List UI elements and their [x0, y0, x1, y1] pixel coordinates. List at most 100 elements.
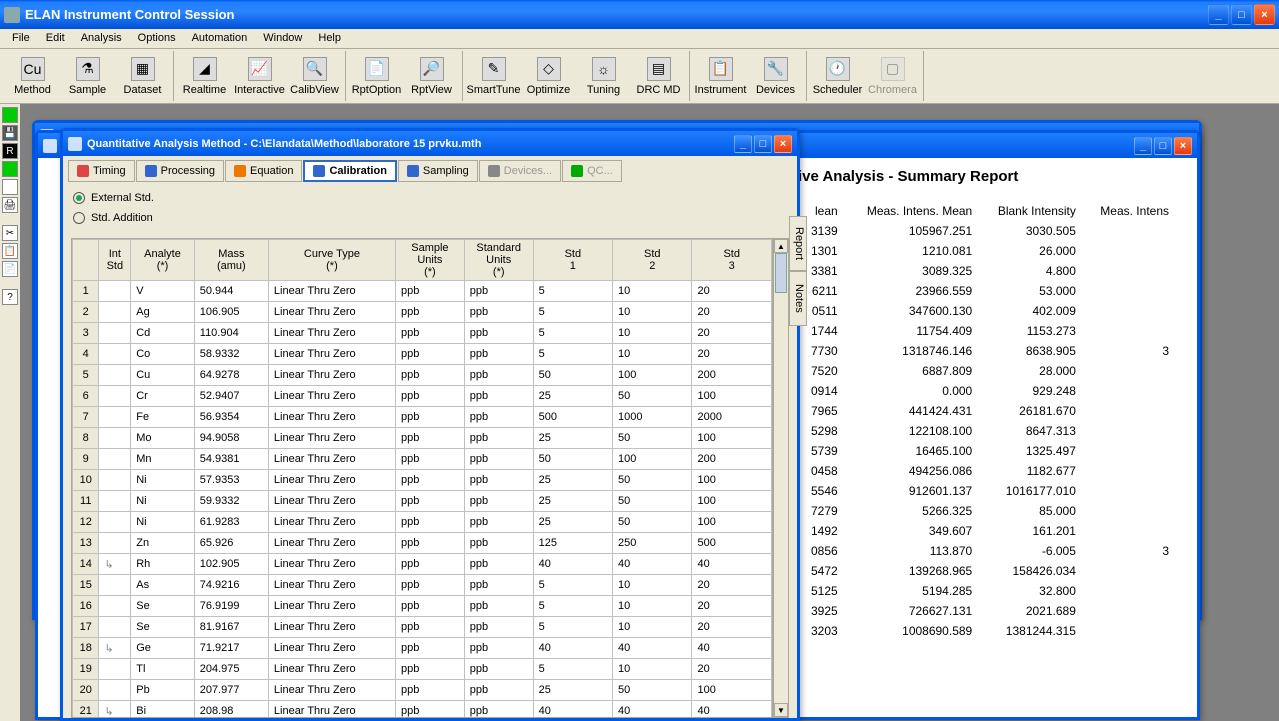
table-row[interactable]: 18↳Ge71.9217Linear Thru Zeroppbppb404040 — [73, 638, 772, 659]
std3-cell[interactable]: 2000 — [692, 407, 772, 428]
column-header[interactable]: Sample Units(*) — [395, 240, 464, 281]
toolbar-optimize[interactable]: ◇Optimize — [521, 51, 576, 101]
sample-units-cell[interactable]: ppb — [395, 386, 464, 407]
row-number[interactable]: 2 — [73, 302, 99, 323]
table-row[interactable]: 14↳Rh102.905Linear Thru Zeroppbppb404040 — [73, 554, 772, 575]
std1-cell[interactable]: 40 — [533, 701, 612, 719]
mass-cell[interactable]: 208.98 — [194, 701, 268, 719]
mass-cell[interactable]: 110.904 — [194, 323, 268, 344]
column-header[interactable]: Analyte(*) — [131, 240, 195, 281]
row-number[interactable]: 8 — [73, 428, 99, 449]
sample-units-cell[interactable]: ppb — [395, 659, 464, 680]
curve-cell[interactable]: Linear Thru Zero — [268, 449, 395, 470]
main-close-button[interactable]: × — [1254, 4, 1275, 25]
standard-units-cell[interactable]: ppb — [464, 554, 533, 575]
std1-cell[interactable]: 5 — [533, 344, 612, 365]
analyte-cell[interactable]: Fe — [131, 407, 195, 428]
toolbar-drc md[interactable]: ▤DRC MD — [631, 51, 686, 101]
std1-cell[interactable]: 125 — [533, 533, 612, 554]
curve-cell[interactable]: Linear Thru Zero — [268, 701, 395, 719]
analyte-cell[interactable]: Bi — [131, 701, 195, 719]
curve-cell[interactable]: Linear Thru Zero — [268, 323, 395, 344]
curve-cell[interactable]: Linear Thru Zero — [268, 491, 395, 512]
int-std-cell[interactable] — [99, 323, 131, 344]
mass-cell[interactable]: 58.9332 — [194, 344, 268, 365]
analyte-cell[interactable]: Ag — [131, 302, 195, 323]
analyte-cell[interactable]: V — [131, 281, 195, 302]
std-addition-radio[interactable] — [73, 212, 85, 224]
std1-cell[interactable]: 40 — [533, 638, 612, 659]
table-row[interactable]: 10Ni57.9353Linear Thru Zeroppbppb2550100 — [73, 470, 772, 491]
std2-cell[interactable]: 50 — [613, 680, 692, 701]
sample-units-cell[interactable]: ppb — [395, 617, 464, 638]
std3-cell[interactable]: 100 — [692, 512, 772, 533]
sample-units-cell[interactable]: ppb — [395, 554, 464, 575]
int-std-cell[interactable] — [99, 344, 131, 365]
curve-cell[interactable]: Linear Thru Zero — [268, 365, 395, 386]
row-number[interactable]: 11 — [73, 491, 99, 512]
toolbar-calibview[interactable]: 🔍CalibView — [287, 51, 342, 101]
std3-cell[interactable]: 20 — [692, 302, 772, 323]
main-minimize-button[interactable]: _ — [1208, 4, 1229, 25]
std1-cell[interactable]: 25 — [533, 491, 612, 512]
toolbar-rptview[interactable]: 🔎RptView — [404, 51, 459, 101]
column-header[interactable]: Std2 — [613, 240, 692, 281]
std1-cell[interactable]: 25 — [533, 386, 612, 407]
std2-cell[interactable]: 40 — [613, 701, 692, 719]
mass-cell[interactable]: 204.975 — [194, 659, 268, 680]
side-tab-notes[interactable]: Notes — [789, 271, 807, 326]
std3-cell[interactable]: 100 — [692, 386, 772, 407]
std2-cell[interactable]: 100 — [613, 449, 692, 470]
row-number[interactable]: 15 — [73, 575, 99, 596]
mass-cell[interactable]: 81.9167 — [194, 617, 268, 638]
int-std-cell[interactable]: ↳ — [99, 701, 131, 719]
side-icon-1[interactable] — [2, 107, 18, 123]
row-number[interactable]: 18 — [73, 638, 99, 659]
standard-units-cell[interactable]: ppb — [464, 512, 533, 533]
toolbar-realtime[interactable]: ◢Realtime — [177, 51, 232, 101]
sample-units-cell[interactable]: ppb — [395, 365, 464, 386]
paste-icon[interactable]: 📄 — [2, 261, 18, 277]
standard-units-cell[interactable]: ppb — [464, 491, 533, 512]
std1-cell[interactable]: 5 — [533, 596, 612, 617]
table-row[interactable]: 16Se76.9199Linear Thru Zeroppbppb51020 — [73, 596, 772, 617]
std3-cell[interactable]: 200 — [692, 449, 772, 470]
mass-cell[interactable]: 57.9353 — [194, 470, 268, 491]
copy-icon[interactable]: 📋 — [2, 243, 18, 259]
table-row[interactable]: 3Cd110.904Linear Thru Zeroppbppb51020 — [73, 323, 772, 344]
std2-cell[interactable]: 50 — [613, 428, 692, 449]
std3-cell[interactable]: 500 — [692, 533, 772, 554]
report-minimize-button[interactable]: _ — [1134, 137, 1152, 155]
std3-cell[interactable]: 100 — [692, 491, 772, 512]
row-number[interactable]: 16 — [73, 596, 99, 617]
std3-cell[interactable]: 100 — [692, 470, 772, 491]
scroll-up-button[interactable]: ▲ — [774, 239, 788, 253]
curve-cell[interactable]: Linear Thru Zero — [268, 533, 395, 554]
mass-cell[interactable]: 52.9407 — [194, 386, 268, 407]
column-header[interactable]: Curve Type(*) — [268, 240, 395, 281]
int-std-cell[interactable] — [99, 512, 131, 533]
sample-units-cell[interactable]: ppb — [395, 323, 464, 344]
int-std-cell[interactable] — [99, 596, 131, 617]
std3-cell[interactable]: 20 — [692, 575, 772, 596]
std2-cell[interactable]: 1000 — [613, 407, 692, 428]
analyte-cell[interactable]: Cu — [131, 365, 195, 386]
std2-cell[interactable]: 100 — [613, 365, 692, 386]
table-row[interactable]: 13Zn65.926Linear Thru Zeroppbppb12525050… — [73, 533, 772, 554]
main-maximize-button[interactable]: □ — [1231, 4, 1252, 25]
std1-cell[interactable]: 25 — [533, 428, 612, 449]
std1-cell[interactable]: 5 — [533, 281, 612, 302]
curve-cell[interactable]: Linear Thru Zero — [268, 659, 395, 680]
std1-cell[interactable]: 5 — [533, 659, 612, 680]
std1-cell[interactable]: 5 — [533, 302, 612, 323]
sample-units-cell[interactable]: ppb — [395, 344, 464, 365]
std1-cell[interactable]: 5 — [533, 323, 612, 344]
std2-cell[interactable]: 50 — [613, 512, 692, 533]
mass-cell[interactable]: 74.9216 — [194, 575, 268, 596]
row-number[interactable]: 5 — [73, 365, 99, 386]
table-row[interactable]: 12Ni61.9283Linear Thru Zeroppbppb2550100 — [73, 512, 772, 533]
curve-cell[interactable]: Linear Thru Zero — [268, 344, 395, 365]
analyte-cell[interactable]: Rh — [131, 554, 195, 575]
std3-cell[interactable]: 20 — [692, 659, 772, 680]
int-std-cell[interactable] — [99, 386, 131, 407]
